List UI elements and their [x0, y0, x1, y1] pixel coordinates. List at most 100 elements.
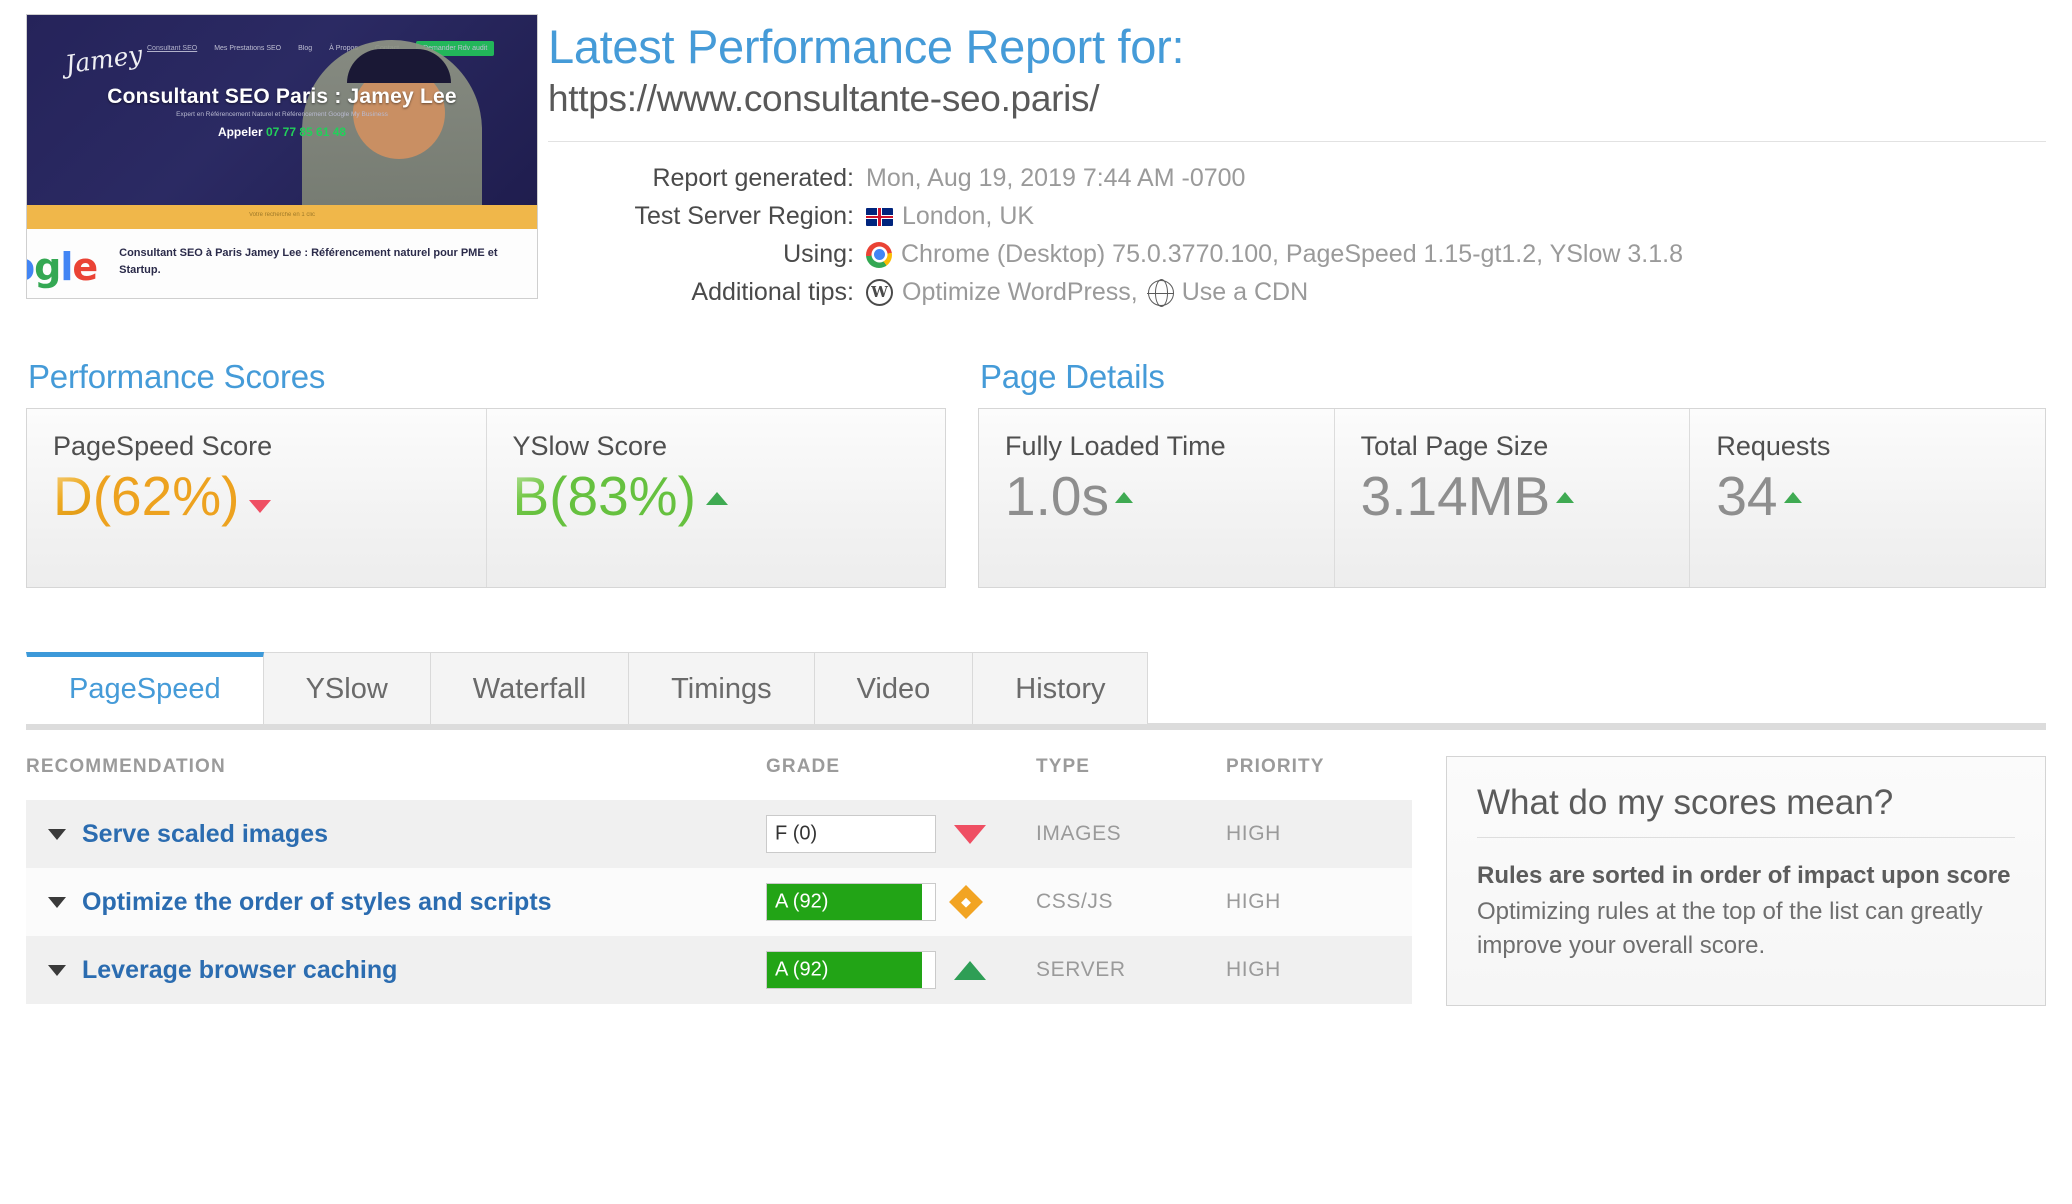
table-row[interactable]: Leverage browser caching A (92) SERVER H… — [26, 936, 1412, 1005]
thumbnail-hero: Jamey Consultant SEO Mes Prestations SEO… — [27, 15, 537, 205]
trend-up-icon — [1783, 492, 1802, 504]
scores-help-panel: What do my scores mean? Rules are sorted… — [1446, 756, 2046, 1007]
tab-yslow[interactable]: YSlow — [262, 652, 431, 725]
yslow-percent: (83%) — [549, 465, 696, 528]
grade-bar-label: A (92) — [775, 890, 829, 913]
meta-value-wrap: W Optimize WordPress, Use a CDN — [866, 278, 1308, 307]
scores-help-column: What do my scores mean? Rules are sorted… — [1446, 756, 2046, 1007]
scores-help-heading: What do my scores mean? — [1477, 783, 1894, 823]
report-content: RECOMMENDATION GRADE TYPE PRIORITY Serve… — [0, 756, 2072, 1007]
expand-caret-icon[interactable] — [48, 896, 66, 908]
performance-scores-panel: Performance Scores PageSpeed Score D (62… — [26, 358, 946, 589]
pagespeed-score-cell: PageSpeed Score D (62%) — [27, 409, 487, 588]
recommendation-link[interactable]: Optimize the order of styles and scripts — [82, 888, 552, 917]
col-header-type: TYPE — [1036, 756, 1091, 778]
total-page-size-cell: Total Page Size 3.14MB — [1334, 409, 1691, 588]
report-header: Jamey Consultant SEO Mes Prestations SEO… — [0, 0, 2072, 316]
tab-timings[interactable]: Timings — [628, 652, 815, 725]
thumbnail-nav-item-3: À Propos — [329, 45, 358, 52]
scores-help-body: Optimizing rules at the top of the list … — [1477, 897, 1983, 959]
expand-caret-icon[interactable] — [48, 828, 66, 840]
summary-panels: Performance Scores PageSpeed Score D (62… — [0, 358, 2072, 589]
tip-use-a-cdn[interactable]: Use a CDN — [1182, 278, 1308, 307]
meta-label: Report generated: — [652, 164, 854, 193]
col-header-recommendation: RECOMMENDATION — [26, 756, 226, 778]
thumbnail-person-head-icon — [347, 49, 451, 83]
pagespeed-grade-letter: D — [53, 465, 93, 528]
fully-loaded-time-cell: Fully Loaded Time 1.0s — [979, 409, 1335, 588]
cell-grade: F (0) — [766, 800, 1036, 869]
trend-up-icon — [705, 492, 728, 506]
thumbnail-lower-text: Consultant SEO à Paris Jamey Lee : Référ… — [119, 247, 498, 276]
table-row[interactable]: Serve scaled images F (0) IMAGES HIGH — [26, 800, 1412, 869]
performance-scores-title: Performance Scores — [28, 358, 326, 396]
expand-caret-icon[interactable] — [48, 964, 66, 976]
cell-recommendation: Leverage browser caching — [26, 936, 766, 1005]
trend-up-icon — [954, 960, 986, 980]
tabs-underline — [26, 723, 2046, 731]
thumbnail-hero-subtitle: Expert en Référencement Naturel et Référ… — [176, 111, 388, 118]
thumbnail-nav-item-2: Blog — [298, 45, 313, 52]
report-tabs: PageSpeed YSlow Waterfall Timings Video … — [26, 652, 2046, 725]
thumbnail-nav-item-0: Consultant SEO — [147, 45, 198, 52]
meta-row-using: Using: Chrome (Desktop) 75.0.3770.100, P… — [548, 240, 2046, 269]
thumbnail-nav: Consultant SEO Mes Prestations SEO Blog … — [147, 41, 527, 56]
page-title: Latest Performance Report for: — [548, 20, 1185, 73]
cell-grade: A (92) — [766, 936, 1036, 1005]
pagespeed-percent: (62%) — [92, 465, 240, 528]
meta-value: Chrome (Desktop) 75.0.3770.100, PageSpee… — [901, 240, 1683, 269]
pagespeed-score-value: D (62%) — [53, 466, 486, 528]
meta-label: Using: — [783, 240, 854, 269]
page-details-panel: Page Details Fully Loaded Time 1.0s Tota… — [978, 358, 2046, 589]
tab-pagespeed[interactable]: PageSpeed — [26, 652, 264, 725]
requests-cell: Requests 34 — [1690, 409, 2046, 588]
fully-loaded-time-value-wrap: 1.0s — [1005, 466, 1334, 528]
report-metadata: Report generated: Mon, Aug 19, 2019 7:44… — [548, 164, 2046, 307]
cell-priority: HIGH — [1226, 800, 1412, 869]
yslow-score-cell: YSlow Score B (83%) — [486, 409, 945, 588]
cdn-globe-icon — [1147, 279, 1175, 307]
recommendation-link[interactable]: Leverage browser caching — [82, 956, 397, 985]
chrome-icon — [866, 241, 892, 268]
recommendation-link[interactable]: Serve scaled images — [82, 820, 328, 849]
tab-waterfall[interactable]: Waterfall — [429, 652, 630, 725]
grade-bar-label: A (92) — [775, 958, 829, 981]
cell-priority: HIGH — [1226, 868, 1412, 937]
requests-label: Requests — [1716, 431, 1831, 462]
table-row[interactable]: Optimize the order of styles and scripts… — [26, 868, 1412, 937]
meta-row-test-server-region: Test Server Region: London, UK — [548, 202, 2046, 231]
thumbnail-nav-item-1: Mes Prestations SEO — [214, 45, 282, 52]
cell-recommendation: Serve scaled images — [26, 800, 766, 869]
wordpress-icon: W — [866, 279, 893, 307]
thumbnail-call-label: Appeler — [217, 125, 263, 139]
grade-bar-label: F (0) — [775, 822, 818, 845]
tab-video[interactable]: Video — [813, 652, 974, 725]
trend-down-icon — [954, 824, 986, 844]
cell-recommendation: Optimize the order of styles and scripts — [26, 868, 766, 937]
thumbnail-logo: Jamey — [63, 39, 145, 80]
tip-optimize-wordpress[interactable]: Optimize WordPress, — [902, 278, 1138, 307]
total-page-size-value: 3.14MB — [1360, 465, 1551, 528]
meta-value: London, UK — [902, 202, 1035, 231]
cell-priority: HIGH — [1226, 936, 1412, 1005]
report-tabs-wrap: PageSpeed YSlow Waterfall Timings Video … — [0, 652, 2072, 731]
grade-bar: F (0) — [766, 815, 936, 854]
yslow-grade-letter: B — [512, 465, 550, 528]
yslow-score-label: YSlow Score — [512, 431, 668, 462]
site-thumbnail[interactable]: Jamey Consultant SEO Mes Prestations SEO… — [26, 14, 538, 299]
cell-type: CSS/JS — [1036, 868, 1226, 937]
recommendations-column: RECOMMENDATION GRADE TYPE PRIORITY Serve… — [26, 756, 1412, 1006]
header-divider — [548, 141, 2046, 143]
thumbnail-band-text: Votre recherche en 1 clic — [248, 212, 316, 218]
meta-value-wrap: London, UK — [866, 202, 1034, 231]
grade-bar: A (92) — [766, 951, 936, 990]
scores-help-divider — [1477, 837, 2015, 839]
meta-label: Additional tips: — [691, 278, 854, 307]
tab-history[interactable]: History — [972, 652, 1149, 725]
thumbnail-call-line: Appeler 07 77 85 61 48 — [27, 125, 537, 139]
uk-flag-icon — [866, 207, 893, 226]
report-url[interactable]: https://www.consultante-seo.paris/ — [548, 78, 2046, 120]
cell-grade: A (92) — [766, 868, 1036, 937]
thumbnail-hero-title: Consultant SEO Paris : Jamey Lee — [107, 85, 457, 108]
col-header-grade: GRADE — [766, 756, 841, 778]
